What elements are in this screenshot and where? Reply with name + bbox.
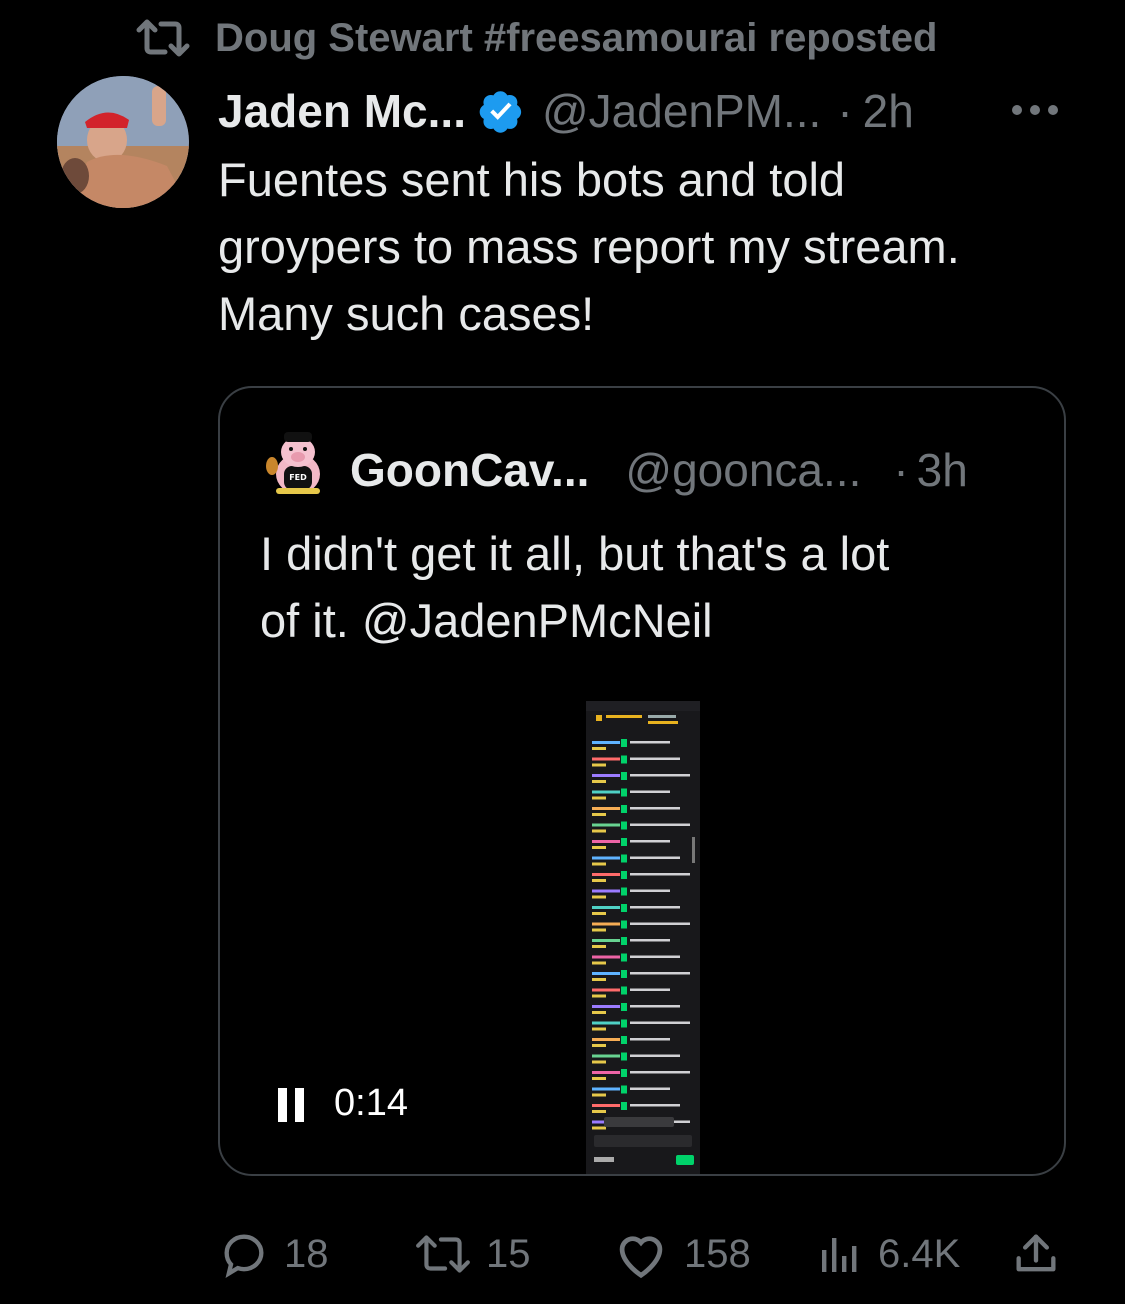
tweet-text-line: Fuentes sent his bots and told xyxy=(218,153,846,206)
quoted-author-handle[interactable]: @goonca... xyxy=(625,443,861,497)
quoted-tweet-timestamp[interactable]: 3h xyxy=(917,443,968,497)
quoted-tweet-text: I didn't get it all, but that's a lot of… xyxy=(260,520,1040,654)
separator-dot: · xyxy=(837,85,853,137)
author-avatar[interactable] xyxy=(57,76,189,208)
video-player[interactable] xyxy=(586,701,700,1174)
share-button[interactable] xyxy=(1010,1224,1062,1284)
more-options-icon[interactable] xyxy=(1012,96,1064,124)
pause-icon[interactable] xyxy=(278,1088,308,1122)
views-chart-icon xyxy=(822,1238,857,1272)
video-timestamp: 0:14 xyxy=(334,1082,408,1124)
quoted-author-name[interactable]: GoonCav... xyxy=(350,443,589,497)
repost-icon xyxy=(416,1235,470,1273)
quoted-tweet-header: GoonCav... @goonca... · 3h xyxy=(350,442,968,498)
repost-button[interactable]: 15 xyxy=(414,1224,531,1284)
quoted-author-avatar[interactable]: FED xyxy=(260,426,336,502)
video-frame xyxy=(586,701,700,1174)
heart-icon xyxy=(619,1236,663,1279)
repost-label[interactable]: Doug Stewart #freesamourai reposted xyxy=(215,16,937,61)
tweet-timestamp[interactable]: 2h xyxy=(863,84,914,138)
tweet-text-line: groypers to mass report my stream. xyxy=(218,220,960,273)
svg-text:FED: FED xyxy=(289,473,307,482)
repost-count: 15 xyxy=(486,1231,531,1276)
author-handle[interactable]: @JadenPM... xyxy=(542,84,821,138)
views-button[interactable]: 6.4K xyxy=(816,1224,960,1284)
quoted-tweet-card[interactable]: FED GoonCav... @goonca... · 3h I didn't … xyxy=(218,386,1066,1176)
quoted-text-line: I didn't get it all, but that's a lot xyxy=(260,527,890,580)
reply-button[interactable]: 18 xyxy=(218,1224,329,1284)
reply-icon xyxy=(224,1234,264,1279)
tweet-text: Fuentes sent his bots and told groypers … xyxy=(218,146,1098,347)
repost-icon xyxy=(136,19,190,57)
like-count: 158 xyxy=(684,1231,751,1276)
like-button[interactable]: 158 xyxy=(612,1224,751,1284)
repost-header: Doug Stewart #freesamourai reposted xyxy=(135,14,937,62)
tweet-text-line: Many such cases! xyxy=(218,287,595,340)
view-count: 6.4K xyxy=(878,1231,961,1276)
tweet-header: Jaden Mc... @JadenPM... · 2h xyxy=(218,80,914,142)
reply-count: 18 xyxy=(284,1231,329,1276)
share-icon xyxy=(1016,1234,1056,1272)
verified-badge-icon[interactable] xyxy=(478,88,524,134)
quoted-text-line: of it. @JadenPMcNeil xyxy=(260,594,713,647)
author-name[interactable]: Jaden Mc... xyxy=(218,84,466,138)
separator-dot: · xyxy=(893,444,909,496)
